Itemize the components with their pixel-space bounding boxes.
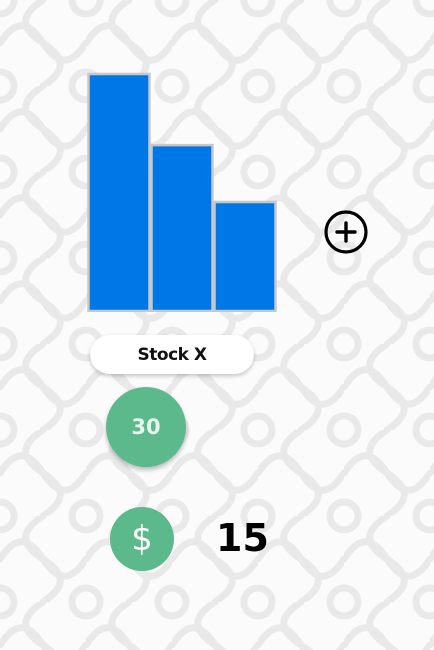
- chart-bar-2: [150, 143, 214, 312]
- shares-count-badge: 30: [106, 387, 186, 467]
- stock-price-chart: [87, 60, 282, 312]
- chart-bar-3: [213, 200, 277, 312]
- add-stock-button[interactable]: [322, 209, 370, 257]
- plus-circle-icon: [324, 210, 368, 254]
- money-amount: 15: [216, 516, 269, 560]
- chart-bar-1: [87, 72, 151, 312]
- stock-name-label: Stock X: [90, 335, 254, 374]
- dollar-icon: $: [110, 507, 174, 571]
- bar-chart-svg: [87, 72, 277, 312]
